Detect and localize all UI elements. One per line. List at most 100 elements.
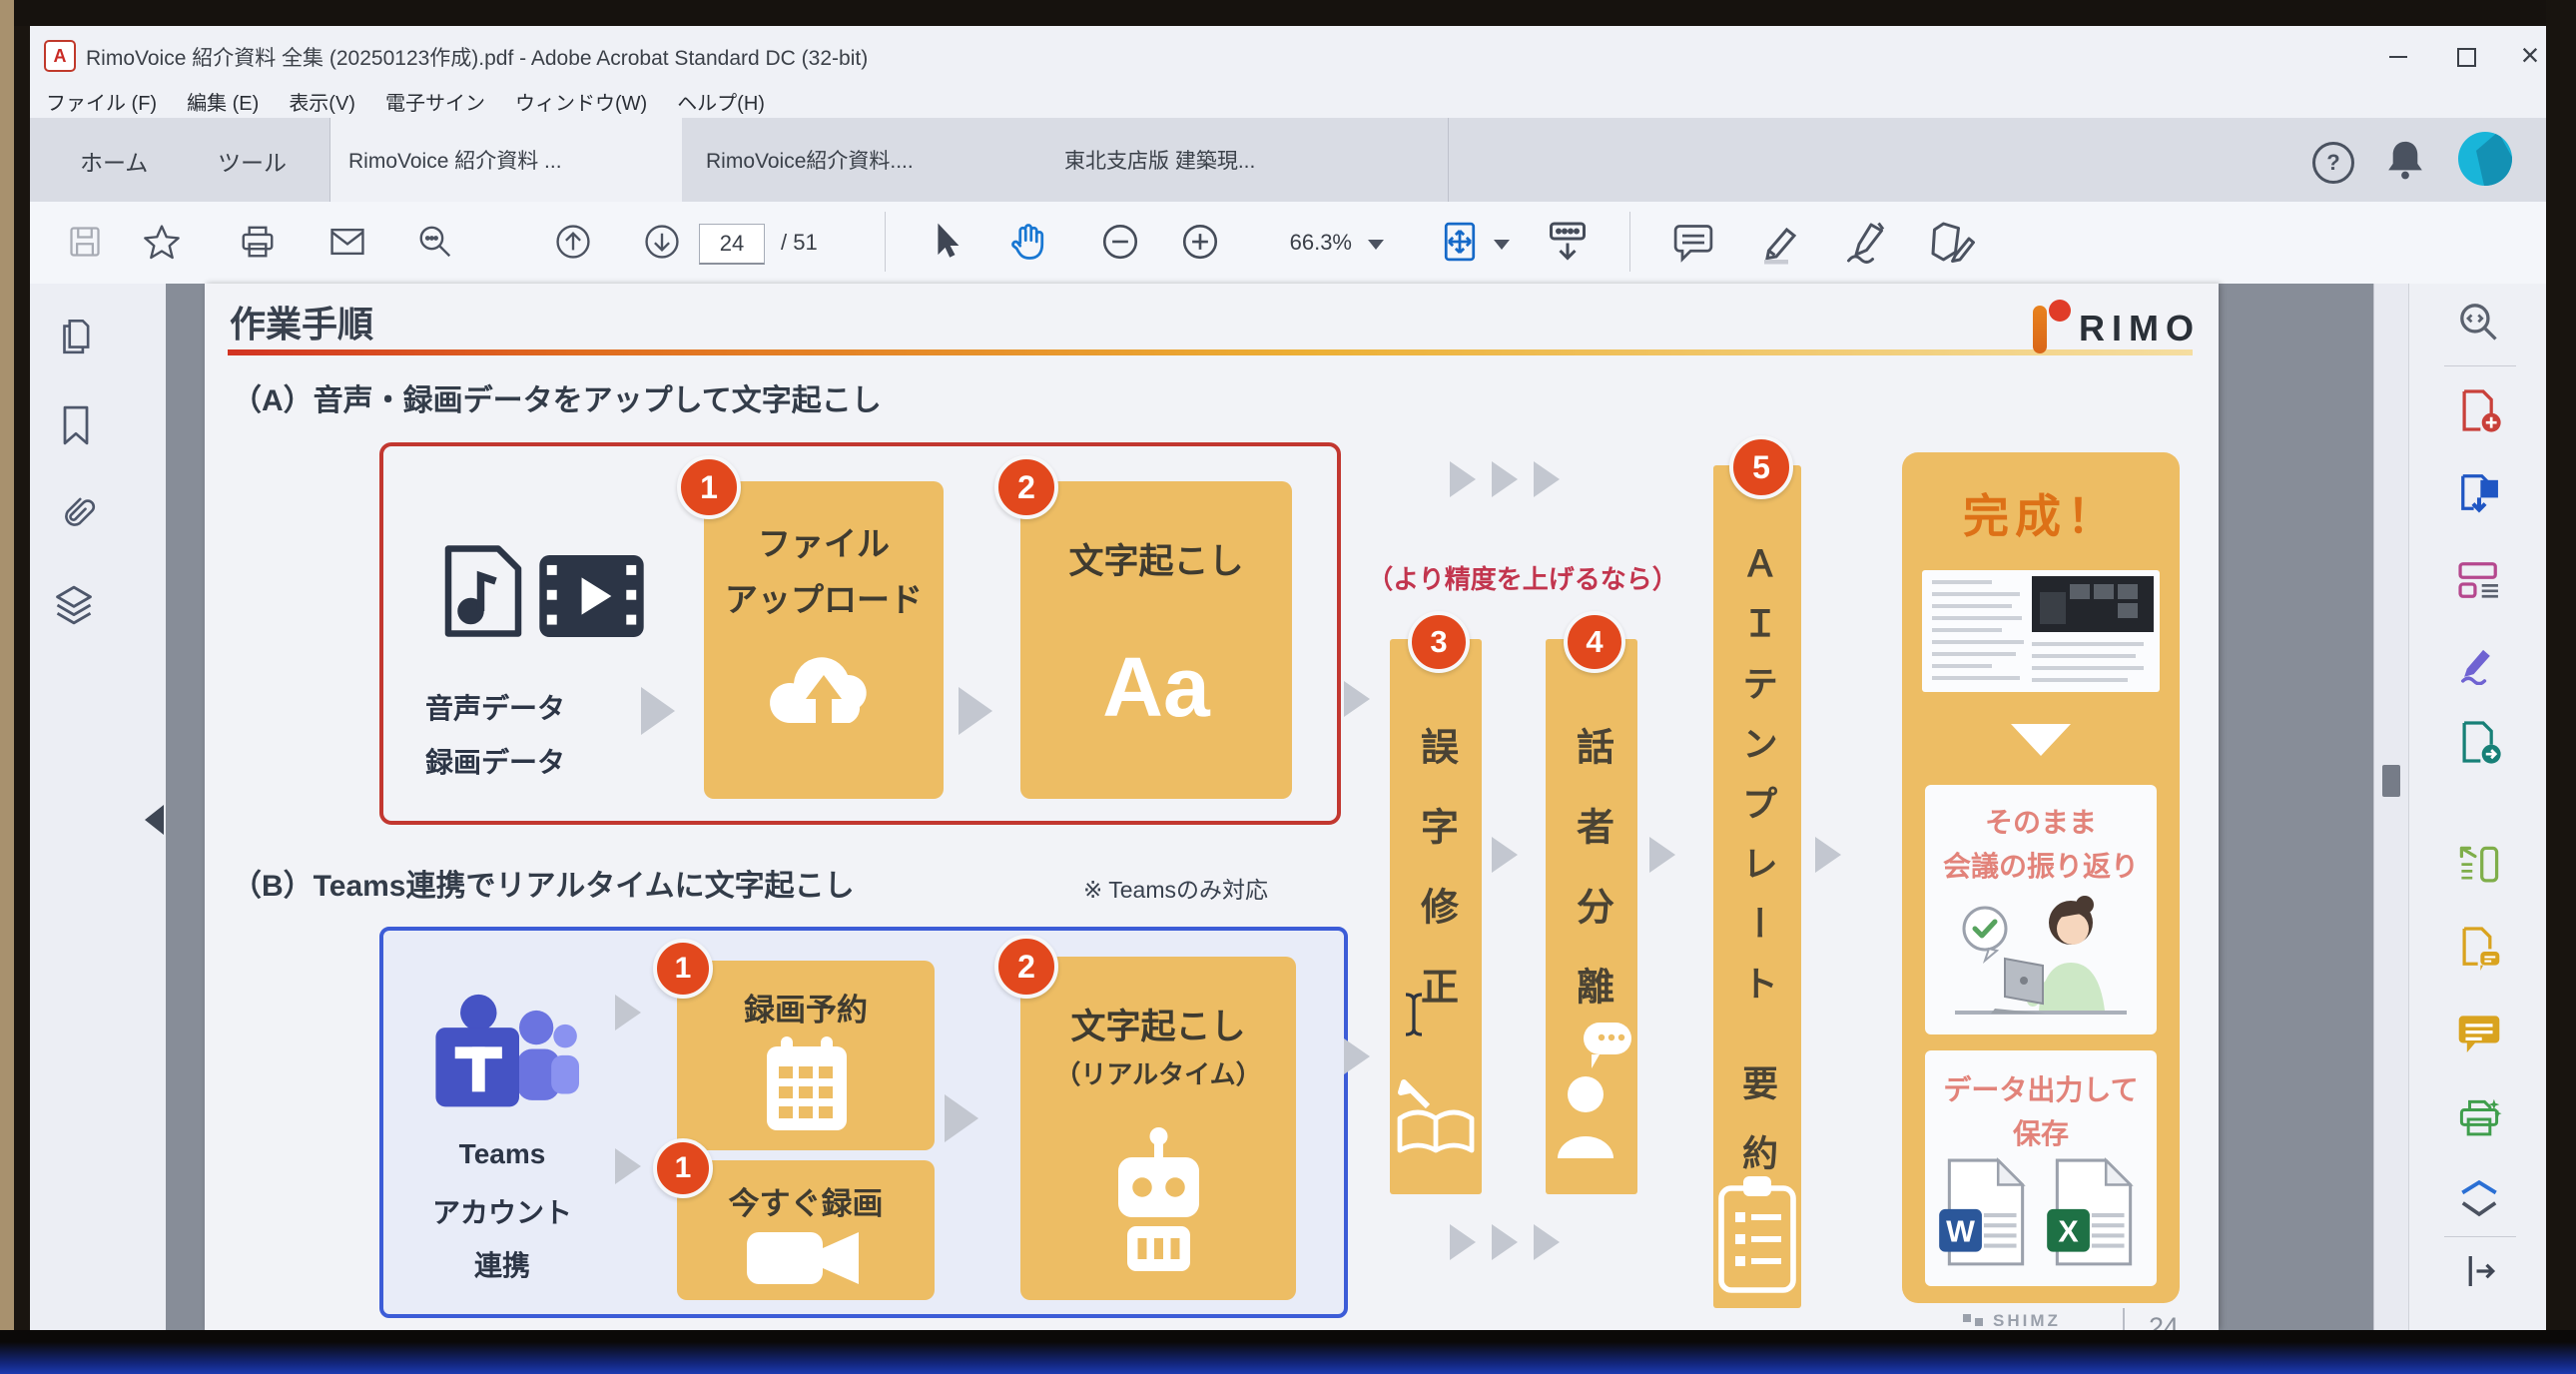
wall-edge	[0, 0, 14, 1374]
audio-file-icon	[433, 541, 528, 641]
doc-tab-3[interactable]: 東北支店版 建築現...	[1040, 118, 1449, 202]
section-b-heading: （B）Teams連携でリアルタイムに文字起こし	[232, 861, 855, 905]
search-button[interactable]	[415, 222, 455, 262]
step-record-now-box: 今すぐ録画	[677, 1160, 935, 1300]
request-signatures-icon[interactable]	[2456, 925, 2502, 971]
window-title: RimoVoice 紹介資料 全集 (20250123作成).pdf - Ado…	[86, 42, 868, 72]
flow-arrow	[959, 687, 995, 735]
right-tools-rail	[2408, 284, 2547, 1330]
word-doc-icon: W	[1939, 1156, 2033, 1270]
menu-file[interactable]: ファイル (F)	[46, 87, 157, 116]
maximize-button[interactable]	[2440, 40, 2492, 74]
print-production-icon[interactable]	[2456, 1096, 2502, 1142]
comments-icon[interactable]	[2456, 1011, 2502, 1056]
zoom-in-button[interactable]	[1178, 220, 1222, 264]
menu-bar: ファイル (F) 編集 (E) 表示(V) 電子サイン ウィンドウ(W) ヘルプ…	[30, 84, 2562, 118]
step-realtime-box: 文字起こし （リアルタイム）	[1020, 957, 1296, 1300]
refine-badge-4: 4	[1564, 611, 1625, 673]
meeting-review-illustration	[1955, 889, 2127, 1029]
share-pdf-icon[interactable]	[2456, 719, 2502, 765]
select-tool-button[interactable]	[924, 220, 966, 264]
clipboard-icon	[1715, 1176, 1799, 1296]
menu-view[interactable]: 表示(V)	[289, 87, 355, 116]
flow-arrow	[1450, 1224, 1479, 1260]
highlight-tool-button[interactable]	[1753, 216, 1805, 268]
zoom-level-value[interactable]: 66.3%	[1256, 230, 1352, 256]
menu-help[interactable]: ヘルプ(H)	[677, 87, 765, 116]
scan-ocr-icon[interactable]	[2456, 843, 2502, 889]
tab-home[interactable]: ホーム	[80, 144, 148, 178]
teams-caption-line2: アカウント	[407, 1191, 597, 1231]
page-thumbnails-icon[interactable]	[54, 316, 96, 357]
zoom-out-button[interactable]	[1098, 220, 1142, 264]
flow-arrow	[615, 995, 644, 1030]
section-a-heading: （A）音声・録画データをアップして文字起こし	[232, 375, 882, 419]
comment-tool-button[interactable]	[1669, 220, 1717, 266]
refine-col-template: ＡＩテンプレート 要約	[1713, 465, 1801, 1308]
flow-arrow	[1492, 837, 1521, 873]
doc-tab-label: RimoVoice 紹介資料 ...	[348, 145, 562, 175]
notifications-bell-icon[interactable]	[2384, 138, 2426, 182]
doc-tab-2[interactable]: RimoVoice紹介資料....	[682, 118, 1088, 202]
source-caption-line1: 音声データ	[397, 687, 593, 727]
menu-window[interactable]: ウィンドウ(W)	[515, 87, 647, 116]
account-avatar[interactable]	[2458, 132, 2512, 186]
stamp-tool-button[interactable]	[1925, 216, 1977, 268]
step-reserve-box: 録画予約	[677, 961, 935, 1150]
rimo-logo-dot	[2049, 300, 2071, 322]
down-arrow	[2011, 724, 2071, 759]
next-page-button[interactable]	[642, 222, 682, 262]
search-tools-icon[interactable]	[2456, 300, 2502, 345]
book-edit-icon	[1394, 1066, 1478, 1166]
step-upload-box: ファイル アップロード	[704, 481, 944, 799]
organize-pages-icon[interactable]	[2456, 557, 2502, 603]
minimize-button[interactable]	[2372, 40, 2424, 74]
previous-page-button[interactable]	[553, 222, 593, 262]
export-pdf-icon[interactable]	[2456, 469, 2502, 515]
doc-tab-active[interactable]: RimoVoice 紹介資料 ... ×	[329, 118, 719, 202]
email-button[interactable]	[327, 222, 367, 262]
print-button[interactable]	[238, 222, 278, 262]
app-screenshot-thumbnail	[1922, 570, 2160, 692]
bookmarks-icon[interactable]	[56, 403, 96, 447]
menu-edit[interactable]: 編集 (E)	[187, 87, 259, 116]
flow-arrow	[641, 687, 678, 735]
acrobat-app-icon: A	[44, 40, 76, 72]
rimo-logo-text: RIMO	[2079, 308, 2201, 349]
layers-icon[interactable]	[52, 583, 96, 627]
scrollbar-thumb[interactable]	[2382, 765, 2400, 797]
result-card-review: そのまま 会議の振り返り	[1925, 785, 2157, 1034]
tab-tools[interactable]: ツール	[218, 144, 287, 178]
video-camera-icon	[747, 1226, 865, 1290]
monitor-bezel-right	[2546, 0, 2576, 1374]
step-badge-2: 2	[994, 455, 1058, 519]
flow-arrow	[945, 1094, 981, 1142]
expand-panel-icon[interactable]	[2458, 1250, 2500, 1292]
cloud-upload-icon	[762, 639, 886, 739]
attachments-icon[interactable]	[54, 491, 96, 533]
hand-tool-button[interactable]	[1004, 218, 1052, 266]
title-bar: A RimoVoice 紹介資料 全集 (20250123作成).pdf - A…	[30, 26, 2546, 84]
result-card-export: データ出力して 保存 W X	[1925, 1050, 2157, 1286]
scrolling-mode-button[interactable]	[1542, 216, 1594, 268]
left-panel-collapse-handle[interactable]	[142, 805, 164, 835]
more-tools-chevron-up-icon[interactable]	[2458, 1176, 2500, 1196]
more-tools-chevron-down-icon[interactable]	[2458, 1198, 2500, 1220]
create-pdf-icon[interactable]	[2456, 387, 2502, 433]
vertical-scrollbar[interactable]	[2373, 284, 2409, 1330]
video-file-icon	[539, 555, 644, 637]
fill-sign-icon[interactable]	[2456, 639, 2502, 685]
fit-page-button[interactable]	[1436, 218, 1484, 266]
monitor-bezel-top	[14, 0, 2576, 26]
zoom-dropdown-caret[interactable]	[1368, 240, 1384, 253]
star-button[interactable]	[142, 222, 182, 262]
help-button[interactable]: ?	[2312, 142, 2354, 184]
page-number-input[interactable]: 24	[699, 224, 765, 265]
step-transcribe-box: 文字起こし Aa	[1020, 481, 1292, 799]
fit-dropdown-caret[interactable]	[1494, 240, 1510, 253]
page-title: 作業手順	[230, 296, 373, 347]
flow-arrow	[615, 1148, 644, 1184]
save-button[interactable]	[65, 222, 105, 262]
sign-tool-button[interactable]	[1839, 218, 1891, 268]
menu-esign[interactable]: 電子サイン	[385, 87, 485, 116]
